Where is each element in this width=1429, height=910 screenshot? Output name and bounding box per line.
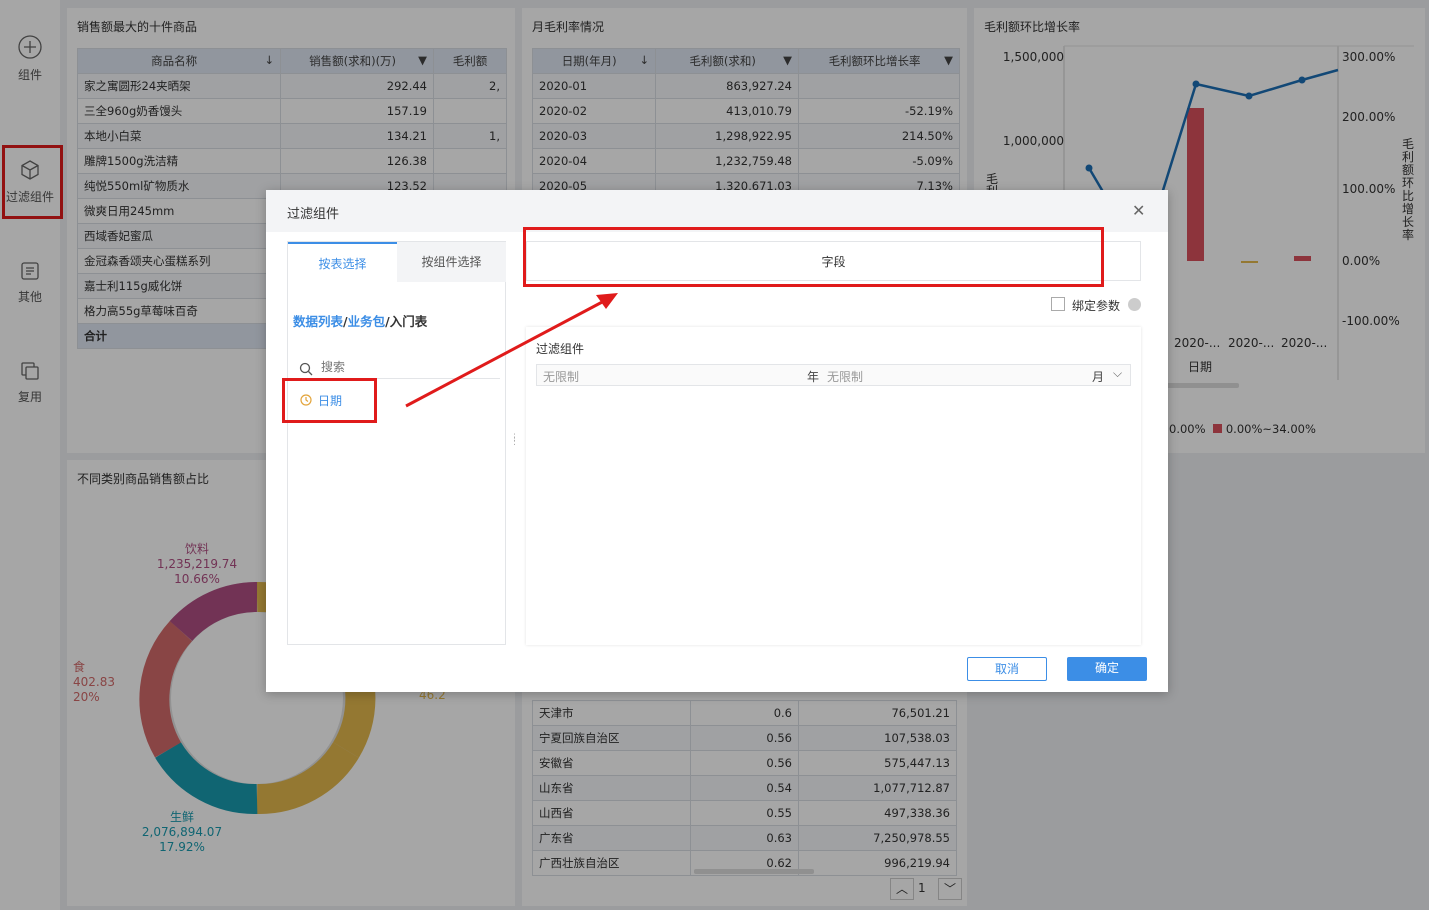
bind-param-checkbox[interactable] <box>1051 297 1065 311</box>
dialog-title: 过滤组件 <box>287 207 340 222</box>
breadcrumb-business-pack[interactable]: 业务包 <box>348 314 386 329</box>
month-unit: 月 <box>1092 370 1105 384</box>
breadcrumb: 数据列表/业务包/入门表 <box>293 314 428 329</box>
chevron-down-icon[interactable]: ⌵ <box>1113 366 1122 381</box>
year-unit: 年 <box>807 370 820 384</box>
search-box[interactable] <box>293 358 500 379</box>
search-input[interactable] <box>319 359 493 375</box>
dialog-header <box>266 190 1168 232</box>
close-icon[interactable]: ✕ <box>1132 201 1145 220</box>
month-placeholder: 无限制 <box>827 370 864 384</box>
highlight-field-zone <box>523 227 1104 287</box>
search-icon <box>299 362 313 376</box>
bind-param-label: 绑定参数 <box>1072 299 1121 313</box>
tab-by-table[interactable]: 按表选择 <box>288 242 397 284</box>
breadcrumb-data-list[interactable]: 数据列表 <box>293 314 343 329</box>
breadcrumb-intro-table: 入门表 <box>389 314 428 329</box>
confirm-button[interactable]: 确定 <box>1067 657 1147 681</box>
year-placeholder: 无限制 <box>543 370 580 384</box>
cancel-button[interactable]: 取消 <box>967 657 1047 681</box>
gear-icon[interactable] <box>1128 298 1141 311</box>
table-selector-pane: 按表选择 按组件选择 数据列表/业务包/入门表 日期 <box>287 241 506 645</box>
tab-by-component[interactable]: 按组件选择 <box>397 242 506 282</box>
highlight-date-field <box>282 378 377 423</box>
preview-title: 过滤组件 <box>536 342 585 356</box>
preview-panel: 过滤组件 无限制 年 无限制 月 ⌵ <box>526 327 1141 645</box>
resize-handle-icon[interactable]: ⋮ ⋮ <box>510 434 519 447</box>
year-month-filter[interactable]: 无限制 年 无限制 月 ⌵ <box>536 364 1131 386</box>
